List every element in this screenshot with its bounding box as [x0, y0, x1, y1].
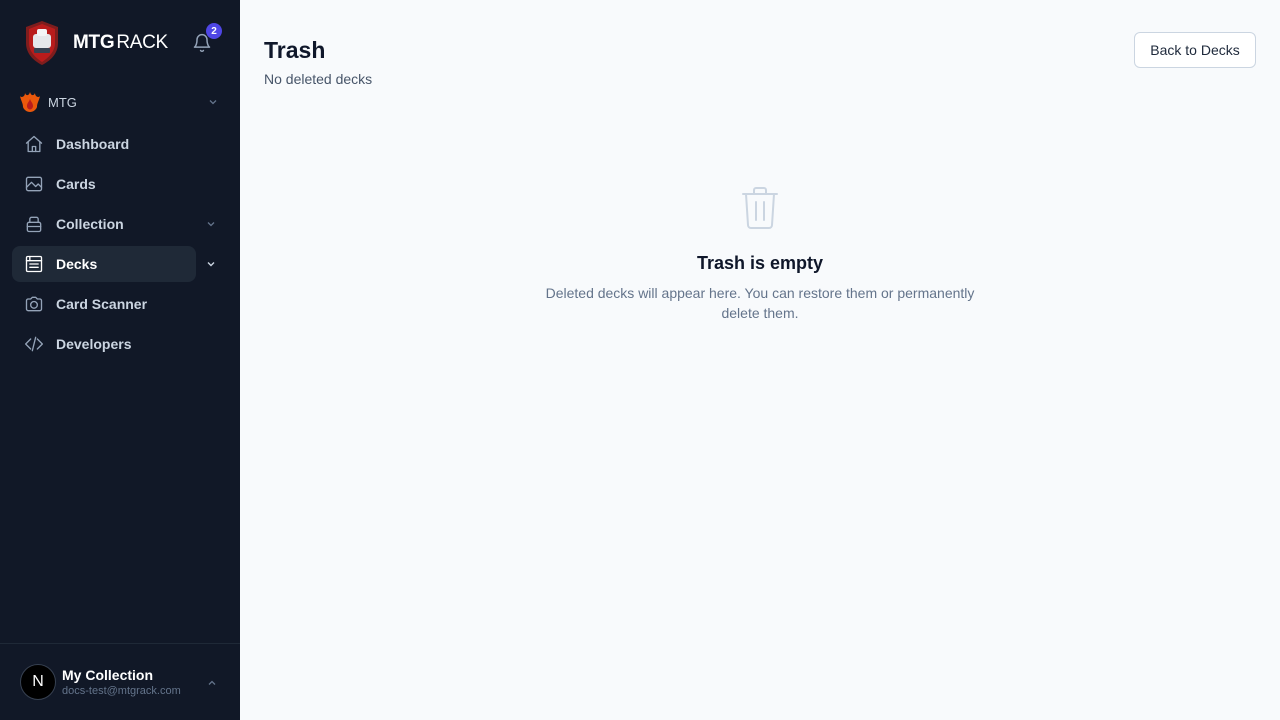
decks-icon	[24, 254, 44, 274]
nav-label-developers: Developers	[56, 336, 132, 352]
game-selector[interactable]: MTG	[12, 88, 228, 116]
chevron-down-icon	[209, 100, 217, 105]
shield-logo-icon	[26, 21, 58, 65]
avatar: N	[20, 664, 56, 700]
empty-state-description: Deleted decks will appear here. You can …	[545, 285, 975, 321]
back-to-decks-button[interactable]: Back to Decks	[1134, 32, 1256, 68]
nav-label-decks: Decks	[56, 256, 98, 272]
brand-name-light: RACK	[116, 32, 168, 53]
nav-label-card-scanner: Card Scanner	[56, 296, 148, 312]
home-icon	[24, 134, 44, 154]
nav-label-collection: Collection	[56, 216, 124, 232]
notification-count-badge: 2	[206, 23, 222, 39]
image-icon	[24, 174, 44, 194]
trash-icon	[742, 187, 778, 229]
nav-item-cards[interactable]: Cards	[12, 166, 196, 202]
decks-chevron-down-icon[interactable]	[205, 258, 217, 270]
brand-name-bold: MTG	[73, 32, 115, 53]
nav-item-collection[interactable]: Collection	[12, 206, 196, 242]
user-name: My Collection	[62, 667, 154, 683]
nav-item-dashboard[interactable]: Dashboard	[12, 126, 196, 162]
main-content: Trash No deleted decks Back to Decks Tra…	[240, 0, 1280, 720]
empty-state: Trash is empty Deleted decks will appear…	[540, 186, 980, 323]
empty-state-title: Trash is empty	[696, 253, 824, 273]
page-subtitle: No deleted decks	[264, 71, 373, 87]
user-email: docs-test@mtgrack.com	[62, 685, 181, 697]
nav-item-decks[interactable]: Decks	[12, 246, 196, 282]
code-icon	[24, 334, 44, 354]
nav-label-cards: Cards	[56, 176, 96, 192]
nav-item-developers[interactable]: Developers	[12, 326, 196, 362]
user-menu[interactable]: N My Collection docs-test@mtgrack.com	[0, 643, 240, 720]
nav-label-dashboard: Dashboard	[56, 136, 130, 152]
camera-icon	[24, 294, 44, 314]
page-title: Trash	[264, 37, 326, 63]
mtg-flame-icon	[20, 92, 40, 112]
storage-box-icon	[24, 214, 44, 234]
game-selector-label: MTG	[48, 94, 77, 110]
nav-item-card-scanner[interactable]: Card Scanner	[12, 286, 196, 322]
chevron-up-icon	[208, 680, 216, 685]
brand[interactable]: MTG RACK	[24, 20, 168, 66]
collection-chevron-down-icon[interactable]	[205, 218, 217, 230]
sidebar: MTGRACK 2 MTG Dashboard Cards Collectio	[0, 0, 240, 720]
